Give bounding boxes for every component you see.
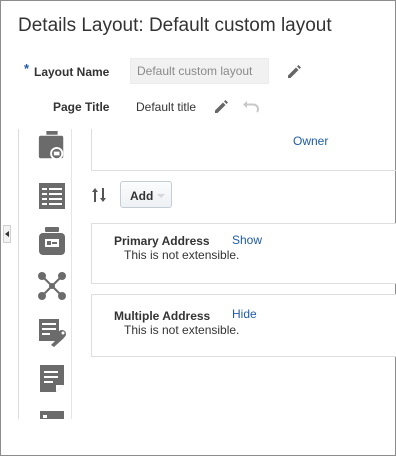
edit-layout-name-icon[interactable] [286, 63, 302, 79]
reorder-sort-icon[interactable] [91, 187, 107, 203]
settings-tools-icon[interactable] [37, 317, 67, 347]
page-title-label: Page Title [53, 100, 110, 114]
chevron-down-icon [157, 194, 165, 198]
required-marker: * [24, 61, 30, 76]
owner-section [91, 129, 396, 171]
table-grid-icon[interactable] [37, 181, 67, 211]
card-description: This is not extensible. [124, 248, 240, 262]
id-card-icon[interactable] [37, 227, 67, 257]
show-link[interactable]: Show [232, 233, 262, 247]
multiple-address-card: Multiple Address Hide This is not extens… [91, 294, 396, 357]
collapse-panel-handle[interactable] [3, 225, 11, 243]
owner-link[interactable]: Owner [293, 134, 328, 148]
card-title: Multiple Address [114, 309, 211, 323]
briefcase-icon[interactable] [37, 131, 67, 161]
primary-address-card: Primary Address Show This is not extensi… [91, 223, 396, 284]
details-layout-panel: Details Layout: Default custom layout * … [0, 0, 396, 456]
undo-icon[interactable] [242, 97, 260, 113]
page-title-value: Default title [136, 100, 197, 114]
hide-link[interactable]: Hide [232, 307, 257, 321]
add-button-label: Add [130, 189, 154, 203]
network-nodes-icon[interactable] [37, 271, 67, 301]
card-description: This is not extensible. [124, 323, 240, 337]
calendar-icon[interactable] [37, 409, 67, 419]
document-icon[interactable] [37, 363, 67, 393]
component-palette [18, 129, 72, 419]
layout-name-label: Layout Name [34, 65, 110, 79]
collapse-arrow-icon [5, 231, 9, 237]
edit-page-title-icon[interactable] [213, 98, 229, 114]
page-title: Details Layout: Default custom layout [18, 15, 332, 36]
layout-name-field[interactable]: Default custom layout [130, 58, 269, 84]
add-button[interactable]: Add [120, 181, 172, 208]
card-title: Primary Address [114, 234, 210, 248]
